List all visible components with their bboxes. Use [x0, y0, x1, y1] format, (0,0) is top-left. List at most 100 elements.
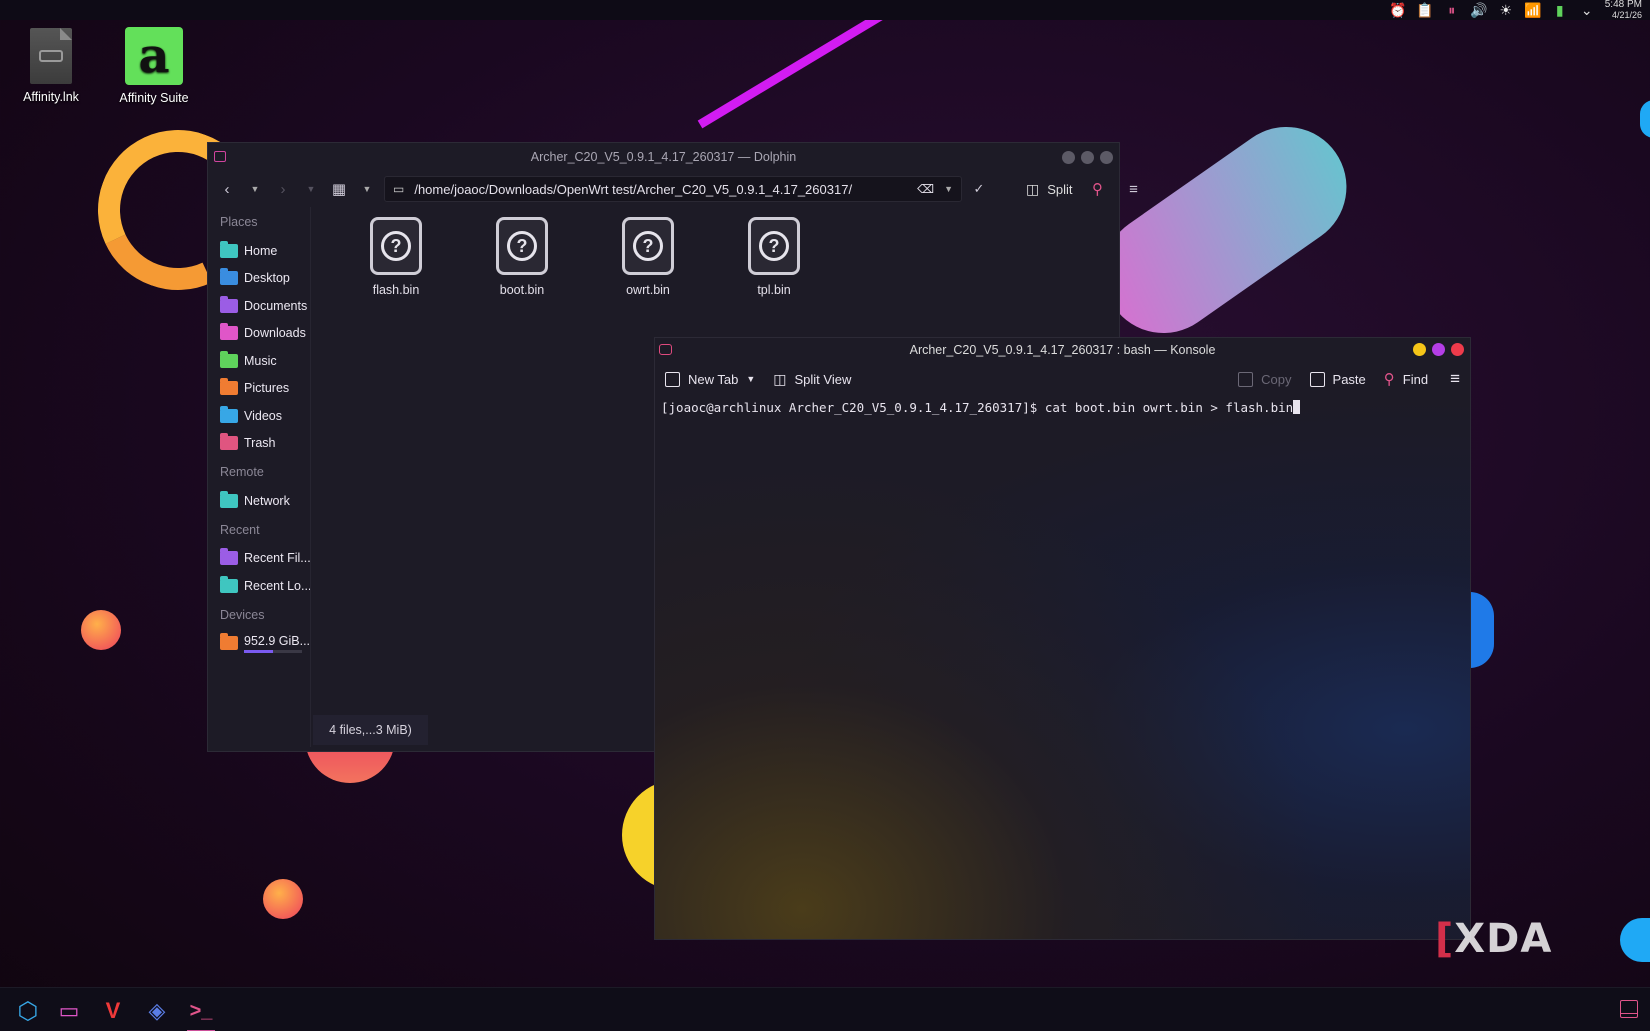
wallpaper-ball — [81, 610, 121, 650]
folder-icon — [220, 268, 238, 286]
hamburger-menu-icon[interactable]: ≡ — [1450, 369, 1460, 389]
discover-icon[interactable]: ◈ — [141, 996, 173, 1026]
view-mode-icon[interactable]: ▦ — [328, 176, 350, 202]
desktop-icon-affinity-suite[interactable]: a Affinity Suite — [104, 27, 204, 105]
minimize-button[interactable] — [1413, 343, 1426, 356]
file-name: tpl.bin — [757, 283, 791, 297]
forward-history-dropdown[interactable]: ▼ — [300, 176, 322, 202]
dolphin-titlebar[interactable]: Archer_C20_V5_0.9.1_4.17_260317 — Dolphi… — [208, 143, 1119, 171]
new-tab-label: New Tab — [688, 371, 739, 387]
brightness-icon[interactable]: ☀ — [1497, 2, 1515, 18]
sidebar-device-952-9-gib[interactable]: 952.9 GiB... — [214, 630, 310, 658]
desktop-icon-label: Affinity.lnk — [23, 90, 79, 104]
shell-command: cat boot.bin owrt.bin > flash.bin — [1044, 400, 1294, 415]
dolphin-icon[interactable]: ▭ — [53, 996, 85, 1026]
konsole-app-icon — [659, 344, 672, 355]
paste-label: Paste — [1332, 371, 1366, 387]
file-name: owrt.bin — [626, 283, 670, 297]
sidebar-item-recent-lo[interactable]: Recent Lo... — [214, 572, 311, 600]
maximize-button[interactable] — [1432, 343, 1445, 356]
chevron-down-icon[interactable]: ▼ — [746, 374, 755, 384]
volume-icon[interactable]: 🔊 — [1470, 2, 1488, 18]
folder-icon — [220, 633, 238, 651]
desktop-icon-affinity-lnk[interactable]: Affinity.lnk — [1, 28, 101, 104]
history-dropdown[interactable]: ▼ — [944, 184, 953, 194]
minimize-button[interactable] — [1062, 151, 1075, 164]
clock[interactable]: 5:48 PM 4/21/26 — [1605, 0, 1642, 20]
unknown-file-icon: ? — [748, 217, 800, 275]
panel-divider[interactable] — [310, 207, 311, 747]
sidebar-item-network[interactable]: Network — [214, 487, 308, 515]
sidebar-item-music[interactable]: Music — [214, 347, 308, 375]
sidebar-item-pictures[interactable]: Pictures — [214, 375, 308, 403]
place-label: Music — [244, 353, 277, 368]
sidebar-item-trash[interactable]: Trash — [214, 430, 308, 458]
search-icon: ⚲ — [1383, 371, 1395, 388]
place-label-wrap: Network — [244, 494, 290, 508]
close-button[interactable] — [1100, 151, 1113, 164]
places-panel: Places Home Desktop Documents Downloads Musi… — [208, 207, 311, 751]
file-item[interactable]: ? flash.bin — [346, 207, 446, 297]
new-tab-button[interactable]: New Tab ▼ — [665, 371, 755, 387]
hamburger-menu-icon[interactable]: ≡ — [1123, 176, 1145, 202]
vivaldi-icon[interactable]: V — [97, 996, 129, 1026]
sidebar-item-desktop[interactable]: Desktop — [214, 265, 308, 293]
confirm-path-icon[interactable]: ✓ — [968, 176, 990, 202]
battery-icon[interactable]: ▮ — [1551, 2, 1569, 18]
clear-text-icon[interactable]: ⌫ — [917, 182, 934, 196]
location-bar[interactable]: ▭ /home/joaoc/Downloads/OpenWrt test/Arc… — [384, 176, 962, 202]
folder-icon — [220, 240, 238, 258]
sidebar-item-downloads[interactable]: Downloads — [214, 320, 308, 348]
maximize-button[interactable] — [1081, 151, 1094, 164]
view-mode-dropdown[interactable]: ▼ — [356, 176, 378, 202]
place-label-wrap: Recent Lo... — [244, 579, 311, 593]
terminal-area[interactable]: [joaoc@archlinux Archer_C20_V5_0.9.1_4.1… — [655, 396, 1470, 419]
clipboard-icon[interactable]: 📋 — [1416, 2, 1434, 18]
media-pause-icon[interactable]: ⏸ — [1443, 2, 1461, 18]
folder-icon — [220, 405, 238, 423]
clock-time: 5:48 PM — [1604, 0, 1642, 10]
place-label-wrap: Recent Fil... — [244, 551, 311, 565]
copy-button[interactable]: Copy — [1238, 371, 1292, 387]
sidebar-item-recent-fil[interactable]: Recent Fil... — [214, 545, 311, 573]
window-buttons — [1413, 343, 1464, 356]
app-launcher-icon[interactable]: ⬡ — [12, 996, 44, 1026]
back-button[interactable]: ‹ — [216, 176, 238, 202]
place-label: Recent Fil... — [244, 551, 311, 566]
alarm-icon[interactable]: ⏰ — [1389, 2, 1407, 18]
folder-icon — [220, 548, 238, 566]
text-cursor — [1293, 400, 1301, 414]
place-label-wrap: 952.9 GiB... — [244, 634, 310, 653]
taskbar: ⬡ ▭ V ◈ >_ — [0, 987, 1650, 1031]
sidebar-item-documents[interactable]: Documents — [214, 292, 308, 320]
split-view-label: Split View — [794, 371, 852, 387]
paste-button[interactable]: Paste — [1309, 371, 1366, 387]
sidebar-item-home[interactable]: Home — [214, 237, 308, 265]
show-desktop-icon[interactable] — [1620, 1000, 1638, 1018]
konsole-titlebar[interactable]: Archer_C20_V5_0.9.1_4.17_260317 : bash —… — [655, 338, 1470, 362]
file-name: flash.bin — [372, 283, 420, 297]
split-button[interactable]: ◫ Split — [1026, 181, 1073, 198]
close-button[interactable] — [1451, 343, 1464, 356]
search-icon[interactable]: ⚲ — [1087, 176, 1109, 202]
location-path[interactable]: /home/joaoc/Downloads/OpenWrt test/Arche… — [414, 182, 907, 197]
devices-header: Devices — [220, 607, 265, 622]
folder-icon — [220, 323, 238, 341]
konsole-window: Archer_C20_V5_0.9.1_4.17_260317 : bash —… — [654, 337, 1471, 940]
back-history-dropdown[interactable]: ▼ — [244, 176, 266, 202]
chevron-down-icon[interactable]: ⌄ — [1578, 2, 1596, 18]
place-label: Videos — [244, 408, 282, 423]
split-view-button[interactable]: ◫ Split View — [773, 371, 851, 388]
link-file-icon — [30, 28, 72, 84]
place-label: Desktop — [244, 271, 290, 286]
sidebar-item-videos[interactable]: Videos — [214, 402, 308, 430]
wifi-icon[interactable]: 📶 — [1524, 2, 1542, 18]
window-buttons — [1062, 151, 1113, 164]
file-item[interactable]: ? owrt.bin — [598, 207, 698, 297]
folder-icon — [220, 433, 238, 451]
konsole-icon[interactable]: >_ — [185, 996, 217, 1031]
forward-button[interactable]: › — [272, 176, 294, 202]
file-item[interactable]: ? boot.bin — [472, 207, 572, 297]
file-item[interactable]: ? tpl.bin — [724, 207, 824, 297]
find-button[interactable]: ⚲ Find — [1384, 370, 1428, 388]
